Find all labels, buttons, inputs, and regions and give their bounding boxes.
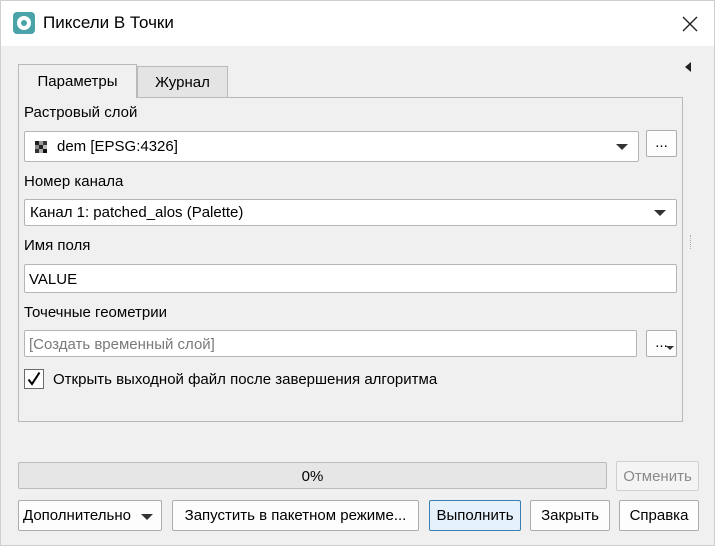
band-select[interactable]: Канал 1: patched_alos (Palette) (24, 199, 677, 226)
run-button[interactable]: Выполнить (429, 500, 521, 531)
output-browse-button[interactable]: ... (646, 330, 677, 357)
tab-parameters[interactable]: Параметры (18, 64, 137, 98)
raster-layer-value: dem [EPSG:4326] (57, 138, 178, 155)
band-label: Номер канала (24, 173, 124, 190)
open-output-label: Открыть выходной файл после завершения а… (53, 371, 438, 388)
close-window-button[interactable] (669, 7, 711, 41)
field-name-input[interactable]: VALUE (24, 264, 677, 293)
title-bar: Пиксели В Точки (1, 1, 714, 46)
close-icon (682, 16, 698, 32)
output-label: Точечные геометрии (24, 304, 168, 321)
window-title: Пиксели В Точки (43, 13, 174, 32)
progress-text: 0% (301, 468, 324, 485)
batch-run-button[interactable]: Запустить в пакетном режиме... (172, 500, 419, 531)
raster-layer-icon (35, 141, 47, 153)
dialog-window: Пиксели В Точки Параметры Журнал Растров… (0, 0, 715, 546)
tab-log[interactable]: Журнал (137, 66, 228, 97)
chevron-down-icon (616, 144, 628, 150)
open-output-checkbox[interactable] (24, 369, 44, 389)
close-button[interactable]: Закрыть (530, 500, 610, 531)
raster-layer-select[interactable]: dem [EPSG:4326] (24, 131, 639, 162)
help-button[interactable]: Справка (619, 500, 699, 531)
field-name-value: VALUE (29, 271, 78, 288)
collapse-panel-icon[interactable] (685, 62, 691, 72)
checkmark-icon (27, 371, 41, 386)
field-name-label: Имя поля (24, 237, 91, 254)
raster-browse-button[interactable]: ... (646, 130, 677, 157)
raster-layer-label: Растровый слой (24, 104, 138, 121)
cancel-button[interactable]: Отменить (616, 461, 699, 491)
chevron-down-icon (141, 514, 153, 520)
band-value: Канал 1: patched_alos (Palette) (30, 204, 244, 221)
output-input[interactable]: [Создать временный слой] (24, 330, 637, 357)
chevron-down-icon (666, 346, 674, 350)
chevron-down-icon (654, 210, 666, 216)
qgis-app-icon (13, 12, 35, 34)
output-placeholder: [Создать временный слой] (29, 336, 215, 353)
splitter-handle[interactable] (690, 235, 692, 249)
progress-bar: 0% (18, 462, 607, 489)
advanced-button[interactable]: Дополнительно (18, 500, 162, 531)
